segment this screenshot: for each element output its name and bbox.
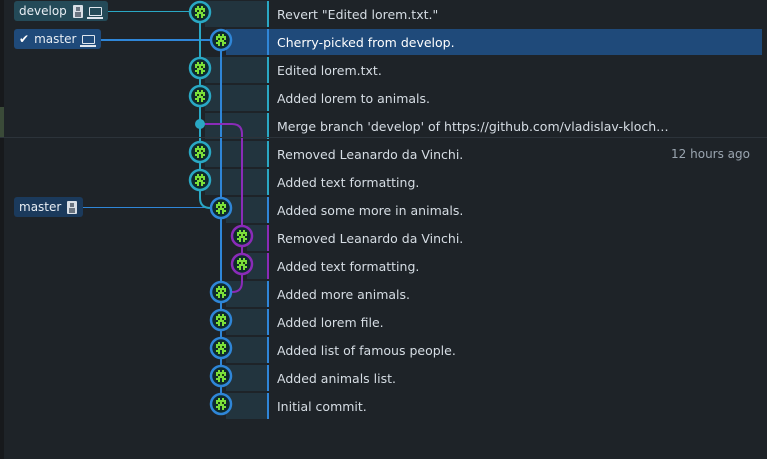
commit-node[interactable] xyxy=(209,392,233,416)
commit-node[interactable] xyxy=(209,280,233,304)
commit-node[interactable] xyxy=(188,56,212,80)
commit-node[interactable] xyxy=(188,140,212,164)
commit-node[interactable] xyxy=(188,168,212,192)
git-graph-view: Revert "Edited lorem.txt." Cherry-picked … xyxy=(0,0,767,459)
commit-node[interactable] xyxy=(230,224,254,248)
commit-node[interactable] xyxy=(209,336,233,360)
commit-node[interactable] xyxy=(209,28,233,52)
section-divider xyxy=(0,137,767,138)
commit-graph xyxy=(188,0,254,416)
commit-node[interactable] xyxy=(209,308,233,332)
commit-node[interactable] xyxy=(188,0,212,24)
commit-node[interactable] xyxy=(209,364,233,388)
commit-node[interactable] xyxy=(188,84,212,108)
commit-node[interactable] xyxy=(230,252,254,276)
commit-node[interactable] xyxy=(209,196,233,220)
merge-commit-dot[interactable] xyxy=(195,119,205,129)
